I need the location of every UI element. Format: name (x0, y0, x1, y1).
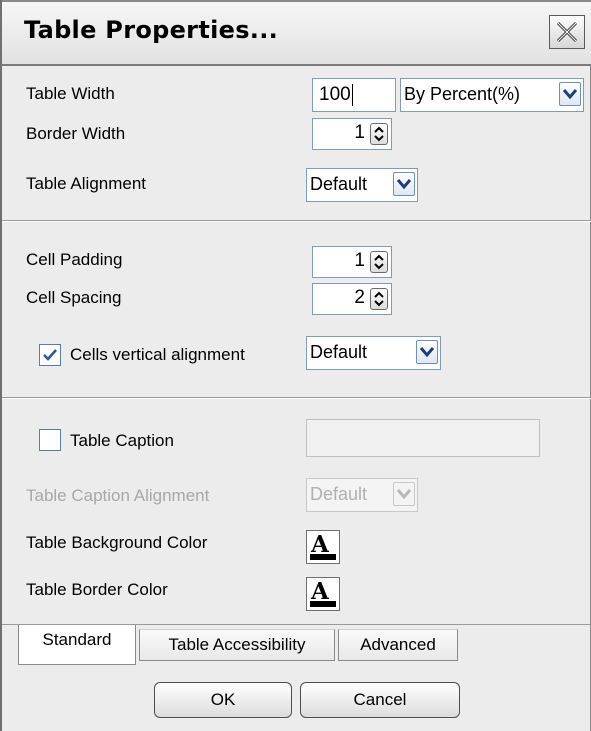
border-width-spinner[interactable]: 1 (312, 118, 392, 150)
cancel-button[interactable]: Cancel (300, 682, 460, 718)
color-swatch (310, 601, 336, 607)
table-border-color-label: Table Border Color (26, 580, 168, 599)
table-caption-checkbox[interactable] (39, 429, 61, 451)
ok-button[interactable]: OK (154, 682, 292, 718)
border-width-label: Border Width (26, 124, 126, 143)
chevron-down-icon[interactable] (559, 82, 581, 106)
cell-padding-value: 1 (354, 250, 365, 271)
table-alignment-select[interactable]: Default (306, 168, 418, 202)
cell-spacing-spinner[interactable]: 2 (312, 283, 392, 315)
tab-table-accessibility[interactable]: Table Accessibility (139, 629, 335, 661)
tab-standard[interactable]: Standard (18, 625, 136, 665)
tab-strip: Standard Table Accessibility Advanced (2, 624, 591, 665)
table-background-color-label: Table Background Color (26, 533, 208, 552)
table-alignment-label: Table Alignment (26, 174, 147, 193)
table-caption-input[interactable] (306, 419, 540, 457)
table-width-value: 100 (319, 84, 351, 105)
text-caret (351, 83, 353, 106)
border-color-button[interactable]: A (306, 577, 340, 611)
table-width-unit-select[interactable]: By Percent(%) (400, 78, 584, 112)
close-x-icon (556, 21, 578, 43)
cells-vertical-alignment-value: Default (310, 342, 368, 362)
checkmark-icon (43, 349, 57, 361)
table-properties-dialog: Table Properties... Table Width 100 By P… (0, 0, 591, 731)
section-divider (2, 220, 591, 222)
cell-padding-spinner[interactable]: 1 (312, 246, 392, 278)
chevron-down-icon[interactable] (393, 172, 415, 196)
table-width-label: Table Width (26, 84, 115, 103)
spinner-arrows-icon[interactable] (370, 123, 388, 145)
cell-spacing-label: Cell Spacing (26, 288, 122, 307)
section-divider (2, 397, 591, 399)
title-bar[interactable]: Table Properties... (2, 0, 591, 66)
cells-vertical-alignment-select[interactable]: Default (306, 336, 441, 370)
table-caption-label: Table Caption (70, 431, 174, 450)
cells-vertical-alignment-checkbox[interactable] (39, 344, 61, 366)
background-color-button[interactable]: A (306, 530, 340, 564)
color-swatch (310, 554, 336, 560)
table-caption-alignment-label: Table Caption Alignment (26, 486, 210, 505)
chevron-down-icon[interactable] (416, 340, 438, 364)
table-width-unit-value: By Percent(%) (404, 84, 521, 104)
chevron-down-icon[interactable] (393, 482, 415, 506)
cell-spacing-value: 2 (354, 287, 365, 308)
spinner-arrows-icon[interactable] (370, 288, 388, 310)
border-width-value: 1 (354, 122, 365, 143)
dialog-title: Table Properties... (24, 16, 279, 44)
table-caption-alignment-value: Default (310, 484, 368, 504)
cell-padding-label: Cell Padding (26, 250, 123, 269)
table-caption-alignment-select[interactable]: Default (306, 478, 418, 512)
spinner-arrows-icon[interactable] (370, 251, 388, 273)
table-alignment-value: Default (310, 174, 368, 194)
tab-advanced[interactable]: Advanced (338, 629, 458, 661)
close-button[interactable] (549, 15, 585, 49)
cells-vertical-alignment-label: Cells vertical alignment (70, 345, 245, 364)
table-width-input[interactable]: 100 (312, 78, 396, 112)
